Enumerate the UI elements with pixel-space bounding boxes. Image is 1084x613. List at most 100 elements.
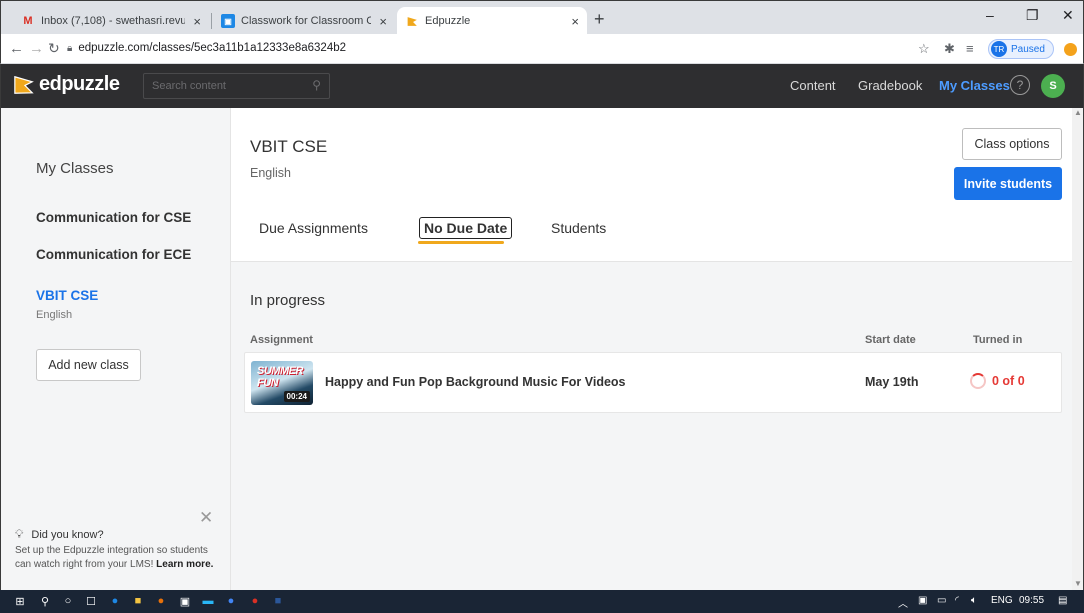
nav-gradebook[interactable]: Gradebook — [858, 78, 922, 93]
browser-tabstrip: M Inbox (7,108) - swethasri.revuri@ × ▣ … — [0, 0, 1084, 35]
bookmark-star-icon[interactable]: ☆ — [918, 41, 930, 57]
assignment-turned-in[interactable]: 0 of 0 — [970, 373, 1025, 389]
cortana-icon[interactable]: ○ — [61, 594, 75, 608]
windows-taskbar: ⊞ ⚲ ○ ☐ ● ■ ● ▣ ▬ ● ● ■ ︿ ▣ ▭ ◜ 🔈︎ ENG 0… — [0, 590, 1084, 613]
did-you-know-title: 💡︎ Did you know? — [15, 527, 104, 542]
edpuzzle-favicon — [405, 14, 419, 28]
thumbnail-text: SUMMER FUN — [257, 365, 303, 389]
mail-icon[interactable]: ▬ — [201, 594, 215, 608]
wifi-icon[interactable]: ◜ — [955, 595, 959, 606]
chrome-icon[interactable]: ● — [154, 594, 168, 608]
browser-toolbar: ← → ↻ 🔒︎ edpuzzle.com/classes/5ec3a11b1a1… — [0, 34, 1084, 64]
lock-icon: 🔒︎ — [67, 43, 73, 54]
app-icon[interactable]: ● — [224, 594, 238, 608]
assignment-start-date: May 19th — [865, 375, 919, 389]
tray-app-icon[interactable]: ▣ — [918, 595, 927, 606]
tab-no-due-date[interactable]: No Due Date — [419, 217, 513, 239]
column-header-start-date: Start date — [865, 334, 916, 346]
learn-more-link[interactable]: Learn more. — [156, 559, 213, 570]
logo-text: edpuzzle — [39, 73, 120, 95]
close-tab-icon[interactable]: × — [193, 14, 201, 29]
browser-tab-gmail[interactable]: M Inbox (7,108) - swethasri.revuri@ × — [13, 7, 209, 35]
profile-status: Paused — [1011, 43, 1045, 55]
edge-icon[interactable]: ● — [108, 594, 122, 608]
did-you-know-label: Did you know? — [31, 528, 104, 541]
new-tab-button[interactable]: + — [594, 9, 605, 30]
url-text: edpuzzle.com/classes/5ec3a11b1a12333e8a6… — [78, 42, 347, 54]
page-scrollbar[interactable]: ▲ ▼ — [1072, 108, 1084, 590]
classroom-icon: ▣ — [221, 14, 235, 28]
assignment-title[interactable]: Happy and Fun Pop Background Music For V… — [325, 375, 626, 389]
class-options-button[interactable]: Class options — [962, 128, 1062, 160]
task-view-icon[interactable]: ☐ — [84, 594, 98, 608]
class-name: VBIT CSE — [250, 137, 328, 156]
edpuzzle-logo[interactable]: edpuzzle — [13, 73, 120, 96]
column-header-assignment: Assignment — [250, 334, 313, 346]
search-input[interactable]: Search content ⚲ — [143, 73, 330, 99]
back-icon[interactable]: ← — [9, 40, 24, 57]
sidebar-class-communication-cse[interactable]: Communication for CSE — [36, 210, 191, 225]
close-tab-icon[interactable]: × — [379, 14, 387, 29]
assignment-thumbnail[interactable]: SUMMER FUN 00:24 — [251, 361, 313, 405]
invite-students-button[interactable]: Invite students — [954, 167, 1062, 200]
class-header: VBIT CSE English Class options Invite st… — [231, 108, 1072, 262]
gmail-icon: M — [23, 15, 33, 27]
turned-in-count: 0 of 0 — [992, 374, 1025, 388]
search-icon[interactable]: ⚲ — [38, 594, 52, 608]
nav-content[interactable]: Content — [790, 78, 836, 93]
profile-avatar: TR — [991, 41, 1007, 57]
reload-icon[interactable]: ↻ — [48, 40, 60, 57]
add-new-class-button[interactable]: Add new class — [36, 349, 141, 381]
column-header-turned-in: Turned in — [973, 334, 1023, 346]
battery-icon: ▭ — [937, 595, 947, 606]
store-icon[interactable]: ▣ — [178, 594, 192, 608]
address-bar[interactable]: 🔒︎ edpuzzle.com/classes/5ec3a11b1a12333e8… — [67, 42, 346, 54]
did-you-know-text: Set up the Edpuzzle integration so stude… — [15, 544, 225, 572]
extension-icon[interactable] — [1064, 43, 1077, 56]
volume-icon[interactable]: 🔈︎ — [971, 595, 977, 606]
tab-students[interactable]: Students — [551, 220, 606, 236]
tab-due-assignments[interactable]: Due Assignments — [259, 220, 368, 236]
close-tab-icon[interactable]: × — [571, 14, 579, 29]
windows-start-icon[interactable]: ⊞ — [13, 594, 27, 608]
notifications-icon[interactable]: ▤ — [1058, 595, 1067, 606]
reading-list-icon[interactable]: ≡ — [966, 41, 974, 56]
language-indicator[interactable]: ENG — [991, 595, 1013, 606]
sidebar-class-communication-ece[interactable]: Communication for ECE — [36, 247, 191, 262]
tab-title: Classwork for Classroom Commu — [241, 15, 372, 27]
tray-chevron-icon[interactable]: ︿ — [898, 595, 908, 610]
user-avatar[interactable]: S — [1041, 74, 1065, 98]
file-explorer-icon[interactable]: ■ — [131, 594, 145, 608]
profile-button[interactable]: TR Paused — [988, 39, 1054, 59]
scroll-up-icon[interactable]: ▲ — [1074, 108, 1082, 117]
nav-my-classes[interactable]: My Classes — [939, 78, 1010, 93]
section-title: In progress — [250, 292, 326, 309]
powerpoint-icon[interactable]: ● — [248, 594, 262, 608]
minimize-button[interactable]: – — [986, 7, 994, 23]
window-close-button[interactable]: ✕ — [1062, 7, 1074, 24]
restore-button[interactable]: ❐ — [1026, 7, 1039, 24]
browser-tab-edpuzzle[interactable]: Edpuzzle × — [397, 7, 587, 35]
scroll-down-icon[interactable]: ▼ — [1074, 579, 1082, 588]
clock[interactable]: 09:55 — [1019, 595, 1044, 606]
search-icon: ⚲ — [312, 78, 321, 92]
edpuzzle-logo-icon — [14, 75, 34, 94]
sidebar-title: My Classes — [36, 160, 114, 177]
class-language: English — [250, 166, 291, 180]
tab-title: Inbox (7,108) - swethasri.revuri@ — [41, 15, 186, 27]
main-content: VBIT CSE English Class options Invite st… — [231, 108, 1072, 590]
extensions-icon[interactable]: ✱ — [944, 41, 955, 57]
sidebar-class-vbit-cse[interactable]: VBIT CSE — [36, 288, 98, 303]
tab-title: Edpuzzle — [425, 15, 471, 27]
app-header: edpuzzle Search content ⚲ Content Gradeb… — [0, 64, 1084, 108]
classes-sidebar: My Classes Communication for CSE Communi… — [0, 108, 231, 590]
search-placeholder: Search content — [152, 80, 226, 92]
browser-tab-classroom[interactable]: ▣ Classwork for Classroom Commu × — [213, 7, 395, 35]
forward-icon[interactable]: → — [29, 40, 44, 57]
help-icon[interactable]: ? — [1010, 75, 1030, 95]
word-icon[interactable]: ■ — [271, 594, 285, 608]
assignment-row[interactable]: SUMMER FUN 00:24 Happy and Fun Pop Backg… — [244, 352, 1062, 413]
lightbulb-icon: 💡︎ — [15, 527, 24, 541]
sidebar-class-subtitle: English — [36, 309, 73, 321]
close-icon[interactable]: ✕ — [199, 508, 213, 528]
